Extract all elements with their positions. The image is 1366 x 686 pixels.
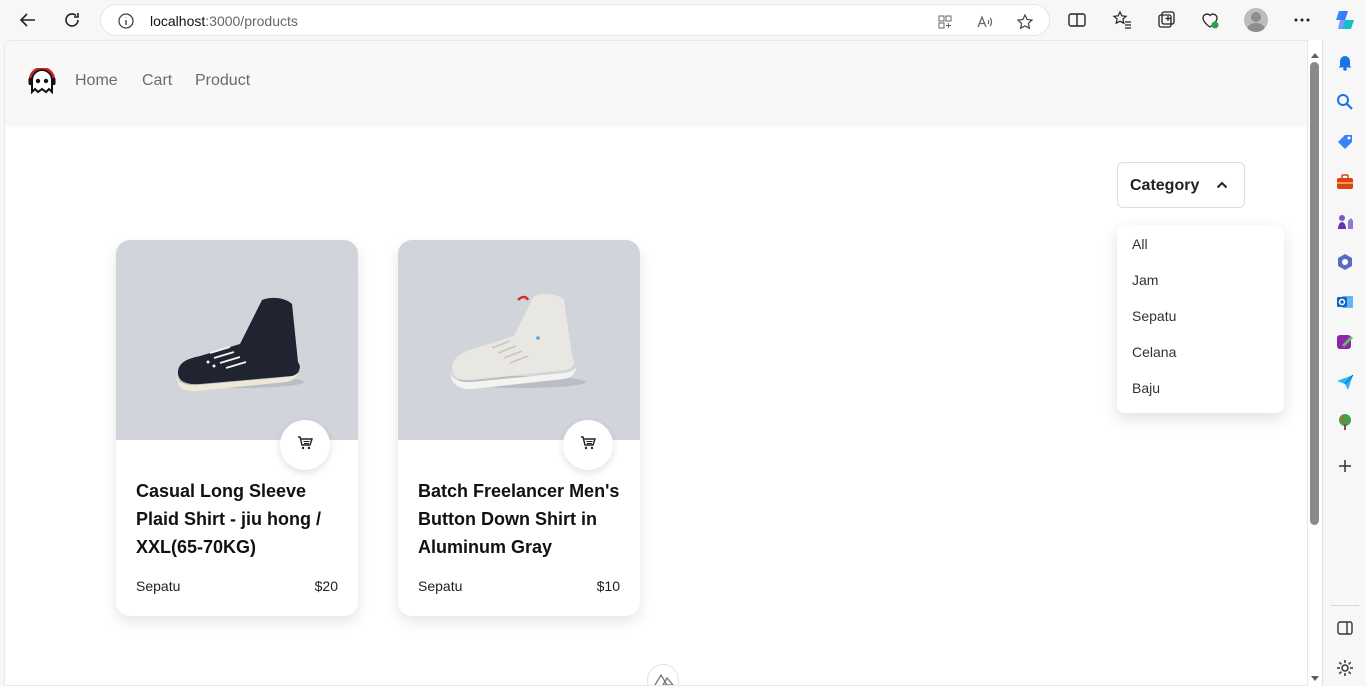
product-card[interactable]: Casual Long Sleeve Plaid Shirt - jiu hon…	[116, 240, 358, 616]
url-path: :3000/products	[205, 13, 298, 29]
sidebar-divider	[1331, 605, 1359, 606]
category-option-jam[interactable]: Jam	[1132, 272, 1158, 288]
designer-icon[interactable]	[1335, 332, 1355, 352]
product-category: Sepatu	[136, 578, 181, 594]
notification-bell-icon[interactable]	[1335, 52, 1355, 72]
settings-gear-icon[interactable]	[1335, 658, 1355, 678]
category-option-baju[interactable]: Baju	[1132, 380, 1160, 396]
add-to-cart-button[interactable]	[280, 420, 330, 470]
ghost-logo-icon[interactable]	[28, 66, 56, 95]
scroll-thumb[interactable]	[1310, 62, 1319, 525]
product-card[interactable]: Batch Freelancer Men's Button Down Shirt…	[398, 240, 640, 616]
profile-avatar[interactable]	[1244, 8, 1268, 32]
browser-essentials-icon[interactable]	[1200, 10, 1220, 30]
page-scrollbar[interactable]	[1308, 40, 1322, 686]
url-host: localhost	[150, 13, 206, 29]
add-to-cart-button[interactable]	[563, 420, 613, 470]
category-option-all[interactable]: All	[1132, 236, 1148, 252]
refresh-icon[interactable]	[61, 9, 83, 31]
shopping-tag-icon[interactable]	[1335, 132, 1355, 152]
page-viewport: Home Cart Product Category All Jam Sepat…	[4, 40, 1308, 686]
scroll-down-arrow-icon[interactable]	[1310, 670, 1320, 686]
chevron-up-icon	[1214, 177, 1230, 193]
product-price: $20	[314, 578, 338, 594]
product-image[interactable]	[116, 240, 358, 440]
favorite-star-icon[interactable]	[1016, 13, 1034, 31]
address-bar[interactable]: localhost:3000/products	[100, 4, 1050, 36]
add-plus-icon[interactable]	[1335, 456, 1355, 476]
tools-briefcase-icon[interactable]	[1335, 172, 1355, 192]
browser-toolbar: localhost:3000/products	[0, 0, 1366, 40]
tree-icon[interactable]	[1335, 412, 1355, 432]
games-chess-icon[interactable]	[1335, 212, 1355, 232]
app-navbar: Home Cart Product	[5, 41, 1307, 123]
product-title[interactable]: Casual Long Sleeve Plaid Shirt - jiu hon…	[136, 477, 341, 561]
nav-link-cart[interactable]: Cart	[142, 72, 172, 90]
search-icon[interactable]	[1335, 92, 1355, 112]
copilot-icon[interactable]	[1333, 8, 1357, 32]
nav-link-product[interactable]: Product	[195, 72, 250, 90]
hide-sidebar-icon[interactable]	[1335, 618, 1355, 638]
product-image[interactable]	[398, 240, 640, 440]
microsoft-365-icon[interactable]	[1335, 252, 1355, 272]
product-title[interactable]: Batch Freelancer Men's Button Down Shirt…	[418, 477, 623, 561]
cart-icon	[297, 435, 313, 456]
category-dropdown-menu: All Jam Sepatu Celana Baju	[1117, 225, 1284, 413]
product-price: $10	[596, 578, 620, 594]
split-screen-icon[interactable]	[1067, 10, 1087, 30]
app-available-icon[interactable]	[936, 13, 954, 31]
site-info-icon[interactable]	[117, 12, 135, 35]
nuxt-logo-icon	[654, 672, 674, 685]
product-category: Sepatu	[418, 578, 463, 594]
edge-sidebar	[1322, 40, 1366, 686]
more-options-icon[interactable]	[1292, 10, 1312, 30]
category-option-sepatu[interactable]: Sepatu	[1132, 308, 1176, 324]
collections-icon[interactable]	[1156, 10, 1176, 30]
category-dropdown-button[interactable]: Category	[1117, 162, 1245, 208]
send-icon[interactable]	[1335, 372, 1355, 392]
nuxt-devtools-button[interactable]	[647, 664, 679, 685]
nav-link-home[interactable]: Home	[75, 72, 118, 90]
cart-icon	[580, 435, 596, 456]
url-text: localhost:3000/products	[150, 13, 298, 29]
favorites-icon[interactable]	[1112, 10, 1132, 30]
outlook-icon[interactable]	[1335, 292, 1355, 312]
category-label: Category	[1130, 177, 1200, 194]
read-aloud-icon[interactable]	[976, 13, 994, 31]
back-icon[interactable]	[17, 9, 39, 31]
category-option-celana[interactable]: Celana	[1132, 344, 1176, 360]
